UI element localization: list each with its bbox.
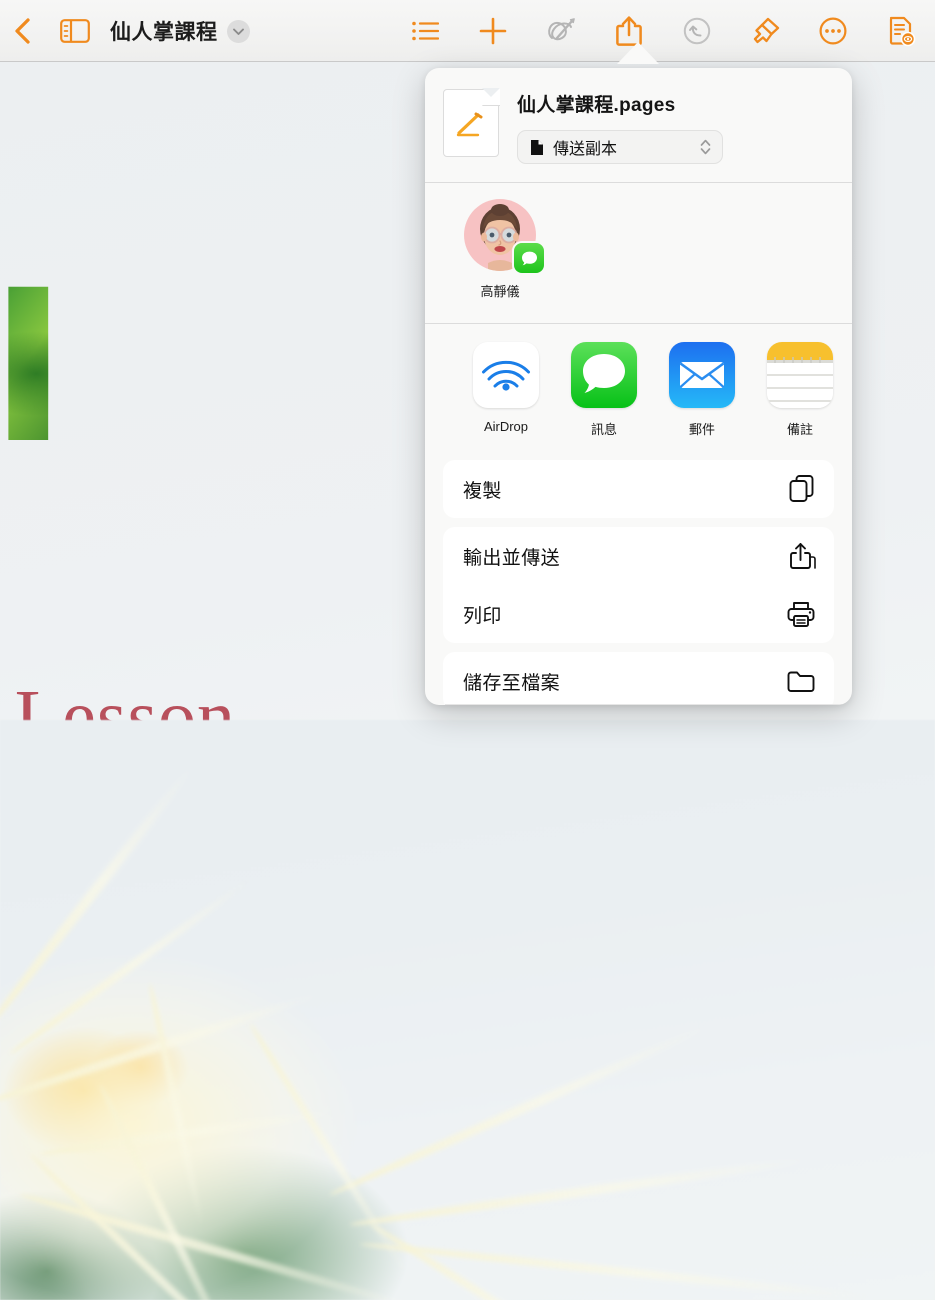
paintbrush-icon: [749, 15, 781, 47]
action-save-to-files[interactable]: 儲存至檔案: [443, 652, 834, 705]
app-root: ctı e Lesson: [0, 0, 935, 1300]
send-option-dropdown[interactable]: 傳送副本: [517, 130, 723, 164]
action-label: 輸出並傳送: [463, 547, 561, 569]
app-toolbar: 仙人掌課程: [0, 0, 935, 62]
action-label: 列印: [463, 605, 502, 627]
share-app-mail[interactable]: 郵件: [653, 342, 751, 454]
notes-icon: [767, 342, 833, 408]
action-copy[interactable]: 複製: [443, 460, 834, 518]
document-icon: [530, 139, 544, 156]
messages-badge: [514, 243, 544, 273]
back-button[interactable]: [0, 0, 46, 62]
share-actions: 複製 輸出並傳送 列印 儲存至檔案: [425, 454, 852, 705]
share-app-label: AirDrop: [483, 419, 529, 434]
share-filename: 仙人掌課程.pages: [517, 95, 676, 116]
printer-icon: [786, 600, 816, 628]
page-title: 仙人掌課程: [110, 21, 218, 44]
format-button[interactable]: [731, 0, 799, 62]
action-group: 儲存至檔案: [443, 652, 834, 705]
undo-button[interactable]: [663, 0, 731, 62]
export-share-icon: [788, 541, 816, 571]
chevron-left-icon: [13, 16, 33, 46]
insert-button[interactable]: [459, 0, 527, 62]
share-app-notes[interactable]: 備註: [751, 342, 849, 454]
ellipsis-circle-icon: [818, 16, 848, 46]
scribble-pen-icon: [545, 16, 577, 46]
share-app-label: 備註: [786, 422, 813, 437]
undo-arrow-icon: [682, 16, 712, 46]
list-view-button[interactable]: [391, 0, 459, 62]
more-button[interactable]: [799, 0, 867, 62]
action-label: 複製: [463, 480, 502, 502]
sidebar-toggle-button[interactable]: [46, 0, 104, 62]
airdrop-icon: [473, 342, 539, 408]
action-group: 複製: [443, 460, 834, 518]
plus-icon: [478, 16, 508, 46]
share-apps-row: AirDrop 訊息 郵件 備註: [425, 324, 852, 454]
contact-item[interactable]: 高靜儀: [457, 199, 544, 323]
document-headline: ctı: [0, 200, 63, 480]
action-label: 儲存至檔案: [463, 672, 561, 694]
action-print[interactable]: 列印: [443, 585, 834, 643]
share-app-freeform[interactable]: Fre: [849, 342, 852, 454]
copy-icon: [788, 474, 816, 504]
document-options-button[interactable]: [867, 0, 935, 62]
chevron-down-icon: [232, 27, 245, 36]
share-sheet-header: 仙人掌課程.pages 傳送副本: [425, 68, 852, 182]
messages-icon: [571, 342, 637, 408]
document-eye-icon: [886, 15, 916, 47]
share-app-label: 郵件: [688, 422, 715, 437]
draw-button[interactable]: [527, 0, 595, 62]
send-option-label: 傳送副本: [553, 141, 618, 158]
mail-icon: [669, 342, 735, 408]
suggested-contacts-row: 高靜儀: [425, 183, 852, 323]
action-group: 輸出並傳送 列印: [443, 527, 852, 705]
sidebar-toggle-icon: [60, 19, 90, 43]
action-export-and-send[interactable]: 輸出並傳送: [443, 527, 834, 585]
share-app-airdrop[interactable]: AirDrop: [457, 342, 555, 454]
title-menu-button[interactable]: [226, 19, 250, 43]
share-app-messages[interactable]: 訊息: [555, 342, 653, 454]
pages-document-icon: [443, 88, 500, 157]
share-up-arrow-icon: [614, 15, 644, 47]
bulleted-list-icon: [411, 19, 439, 43]
cactus-photo: [0, 720, 935, 1300]
chevron-up-down-icon: [699, 137, 712, 157]
folder-icon: [786, 669, 816, 693]
share-app-label: 訊息: [590, 422, 617, 437]
contact-name: 高靜儀: [480, 284, 520, 299]
share-sheet-popover: 仙人掌課程.pages 傳送副本 高靜儀 AirDrop 訊息 郵件 備註 複製…: [425, 68, 852, 705]
